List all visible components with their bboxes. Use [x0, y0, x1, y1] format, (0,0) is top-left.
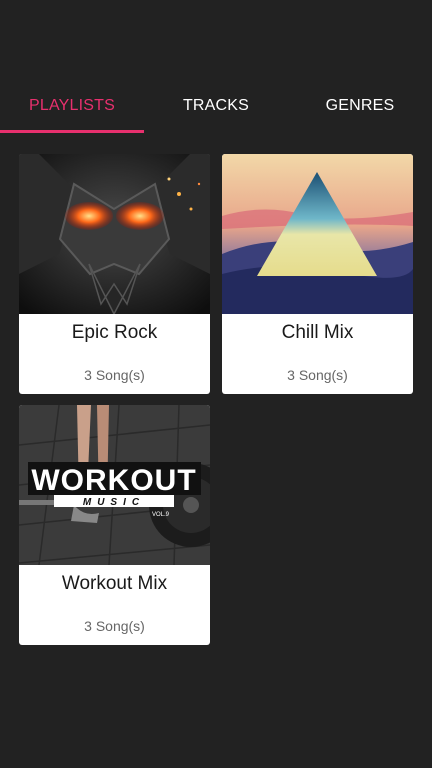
art-sub-text: MUSIC [83, 497, 145, 508]
tab-tracks[interactable]: TRACKS [144, 84, 288, 130]
playlist-card-epic-rock[interactable]: Epic Rock 3 Song(s) [19, 154, 210, 394]
robot-mask-art [19, 154, 210, 314]
song-count: 3 Song(s) [84, 367, 145, 383]
tab-genres[interactable]: GENRES [288, 84, 432, 130]
playlist-title: Chill Mix [281, 322, 354, 343]
playlist-title: Epic Rock [71, 322, 158, 343]
playlist-card-workout-mix[interactable]: WORKOUT MUSIC VOL.9 Workout Mix 3 Song(s… [19, 405, 210, 645]
equalizer-icon [187, 25, 244, 69]
playlist-card-chill-mix[interactable]: Chill Mix 3 Song(s) [222, 154, 413, 394]
playlist-title: Workout Mix [61, 573, 168, 594]
art-main-text: WORKOUT [31, 464, 196, 497]
app-logo [186, 24, 246, 70]
workout-music-art: WORKOUT MUSIC VOL.9 [19, 405, 210, 565]
tab-bar: PLAYLISTS TRACKS GENRES [0, 84, 432, 133]
song-count: 3 Song(s) [84, 618, 145, 634]
art-vol-text: VOL.9 [152, 512, 170, 518]
song-count: 3 Song(s) [287, 367, 348, 383]
triangle-sunset-art [222, 154, 413, 314]
active-tab-indicator [0, 130, 144, 133]
tab-playlists[interactable]: PLAYLISTS [0, 84, 144, 130]
